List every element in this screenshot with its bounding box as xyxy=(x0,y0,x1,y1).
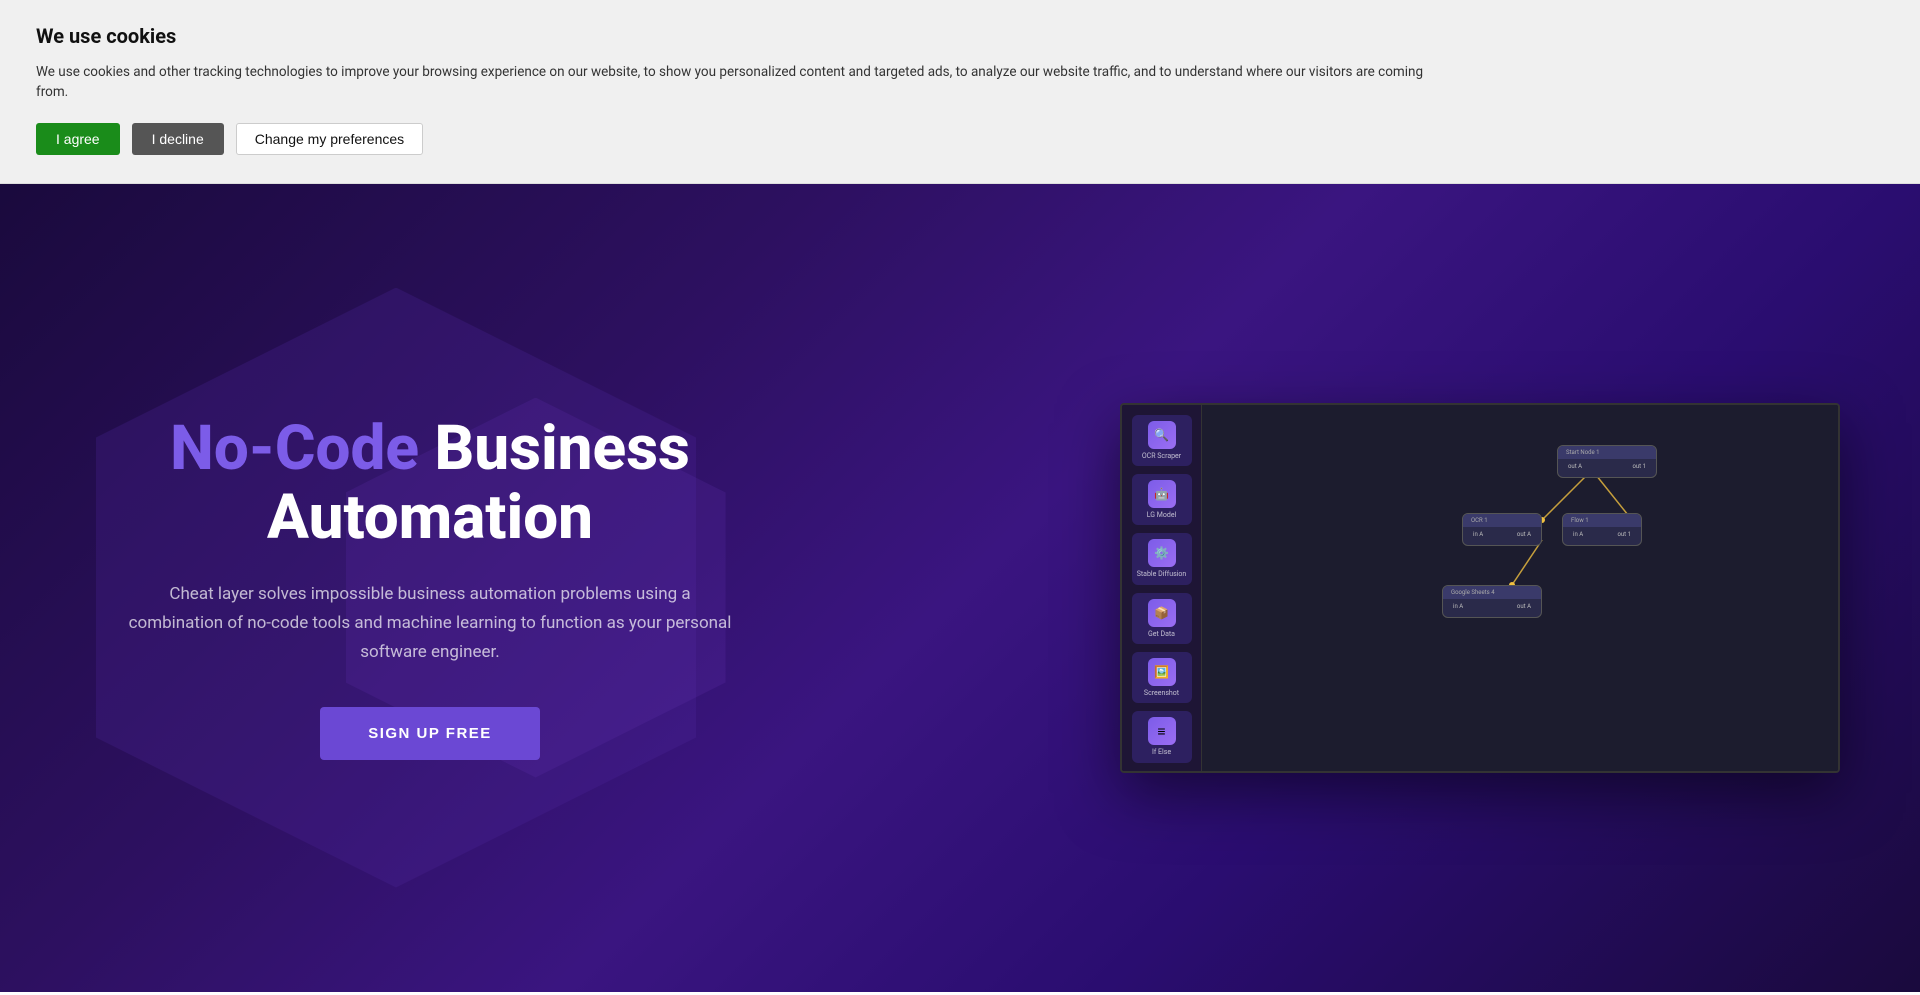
hero-left-content: No-Code Business Automation Cheat layer … xyxy=(120,415,740,759)
sidebar-tool-lg-model[interactable]: 🤖 LG Model xyxy=(1132,474,1192,525)
screenshot-icon: 🖼️ xyxy=(1148,658,1176,686)
stable-diffusion-icon: ⚙️ xyxy=(1148,539,1176,567)
cookie-description: We use cookies and other tracking techno… xyxy=(36,62,1436,103)
lg-model-label: LG Model xyxy=(1147,511,1177,519)
decline-button[interactable]: I decline xyxy=(132,123,224,155)
lg-model-icon: 🤖 xyxy=(1148,480,1176,508)
get-data-label: Get Data xyxy=(1148,630,1175,638)
app-screenshot: 🔍 OCR Scraper 🤖 LG Model ⚙️ Stable Diffu… xyxy=(1120,403,1840,773)
if-else-icon: ≡ xyxy=(1148,717,1176,745)
flow-node-start: Start Node 1 out Aout 1 xyxy=(1557,445,1657,478)
cookie-title: We use cookies xyxy=(36,24,1884,48)
change-preferences-button[interactable]: Change my preferences xyxy=(236,123,423,155)
hero-section: No-Code Business Automation Cheat layer … xyxy=(0,184,1920,992)
signup-button[interactable]: SIGN UP FREE xyxy=(320,707,540,760)
sidebar-tool-stable-diffusion[interactable]: ⚙️ Stable Diffusion xyxy=(1132,533,1192,584)
sidebar-tool-screenshot[interactable]: 🖼️ Screenshot xyxy=(1132,652,1192,703)
cookie-banner: We use cookies We use cookies and other … xyxy=(0,0,1920,184)
screenshot-label: Screenshot xyxy=(1144,689,1179,697)
app-canvas: Start Node 1 out Aout 1 OCR 1 in Aout A … xyxy=(1202,405,1838,771)
agree-button[interactable]: I agree xyxy=(36,123,120,155)
flow-node-start-header: Start Node 1 xyxy=(1558,446,1656,459)
hero-description: Cheat layer solves impossible business a… xyxy=(120,580,740,667)
flow-node-flow1-header: Flow 1 xyxy=(1563,514,1641,527)
sidebar-tool-if-else[interactable]: ≡ If Else xyxy=(1132,711,1192,762)
flow-node-flow1-port: in Aout 1 xyxy=(1573,531,1631,538)
cookie-buttons: I agree I decline Change my preferences xyxy=(36,123,1884,155)
flow-node-ocr-port: in Aout A xyxy=(1473,531,1531,538)
flow-node-google-port: in Aout A xyxy=(1453,603,1531,610)
sidebar-tool-ocr-scraper[interactable]: 🔍 OCR Scraper xyxy=(1132,415,1192,466)
hero-title: No-Code Business Automation xyxy=(120,415,740,551)
if-else-label: If Else xyxy=(1152,748,1171,756)
flow-node-google-sheets: Google Sheets 4 in Aout A xyxy=(1442,585,1542,618)
flow-node-start-port: out Aout 1 xyxy=(1568,463,1646,470)
ocr-scraper-label: OCR Scraper xyxy=(1142,452,1181,460)
flow-node-flow1: Flow 1 in Aout 1 xyxy=(1562,513,1642,546)
hero-right-content: 🔍 OCR Scraper 🤖 LG Model ⚙️ Stable Diffu… xyxy=(1120,403,1840,773)
app-sidebar: 🔍 OCR Scraper 🤖 LG Model ⚙️ Stable Diffu… xyxy=(1122,405,1202,771)
flow-node-ocr: OCR 1 in Aout A xyxy=(1462,513,1542,546)
ocr-scraper-icon: 🔍 xyxy=(1148,421,1176,449)
stable-diffusion-label: Stable Diffusion xyxy=(1137,570,1187,578)
hero-title-highlight: No-Code xyxy=(170,412,419,485)
get-data-icon: 📦 xyxy=(1148,599,1176,627)
sidebar-tool-augments[interactable]: A Augments xyxy=(1132,771,1192,773)
flow-node-google-header: Google Sheets 4 xyxy=(1443,586,1541,599)
flow-node-ocr-header: OCR 1 xyxy=(1463,514,1541,527)
sidebar-tool-get-data[interactable]: 📦 Get Data xyxy=(1132,593,1192,644)
